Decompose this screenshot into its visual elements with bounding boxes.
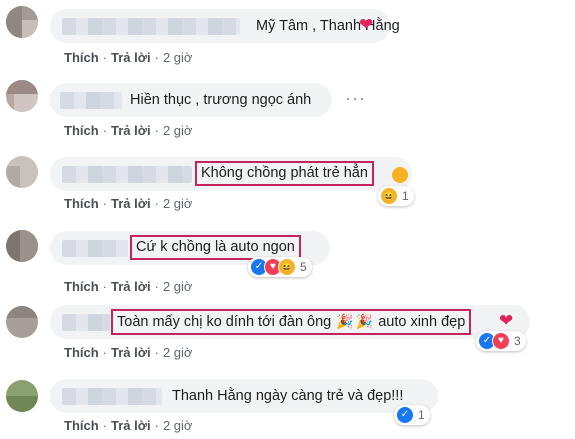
comment-text: Toàn mấy chị ko dính tới đàn ông 🎉 🎉 auto… — [110, 309, 472, 335]
comment-actions: Thích · Trả lời · 2 giờ — [64, 279, 193, 294]
more-options-icon[interactable]: ··· — [345, 88, 366, 109]
comment-actions: Thích · Trả lời · 2 giờ — [64, 345, 193, 360]
commenter-name-blurred[interactable] — [62, 240, 128, 257]
comment-bubble: Toàn mấy chị ko dính tới đàn ông 🎉 🎉 auto… — [50, 305, 530, 339]
comment-4: Cứ k chồng là auto ngon ✓ ♥ 😆 5 Thích · Tr… — [0, 226, 575, 296]
reaction-count: 5 — [300, 260, 307, 274]
avatar[interactable] — [6, 6, 38, 38]
avatar[interactable] — [6, 230, 38, 262]
comment-text: Mỹ Tâm , Thanh Hằng — [256, 18, 400, 34]
comment-bubble: Mỹ Tâm , Thanh Hằng ❤ — [50, 9, 400, 43]
comment-time[interactable]: 2 giờ — [163, 345, 193, 360]
love-icon: ♥ — [492, 332, 510, 350]
comment-time[interactable]: 2 giờ — [163, 418, 193, 433]
avatar[interactable] — [6, 80, 38, 112]
like-action[interactable]: Thích — [64, 279, 99, 294]
like-action[interactable]: Thích — [64, 345, 99, 360]
comment-actions: Thích · Trả lời · 2 giờ — [64, 50, 193, 65]
comment-bubble: Thanh Hằng ngày càng trẻ và đẹp!!! — [50, 379, 438, 413]
avatar[interactable] — [6, 380, 38, 412]
reaction-summary[interactable]: 😆 1 — [378, 186, 414, 206]
commenter-name-blurred[interactable] — [62, 18, 240, 35]
like-action[interactable]: Thích — [64, 50, 99, 65]
reply-action[interactable]: Trả lời — [111, 123, 151, 138]
heart-icon: ❤ — [499, 311, 514, 330]
avatar[interactable] — [6, 156, 38, 188]
haha-icon: 😆 — [380, 187, 398, 205]
comment-time[interactable]: 2 giờ — [163, 196, 193, 211]
comment-text: Hiền thục , trương ngọc ánh — [130, 92, 312, 108]
reaction-count: 3 — [514, 334, 521, 348]
smiley-icon — [392, 167, 408, 183]
comment-2: Hiền thục , trương ngọc ánh ··· Thích · Tr… — [0, 78, 575, 144]
reaction-count: 1 — [402, 189, 409, 203]
reaction-summary[interactable]: ✓ 1 — [394, 405, 430, 425]
party-popper-icon: 🎉 — [336, 313, 354, 329]
commenter-name-blurred[interactable] — [62, 314, 110, 331]
reply-action[interactable]: Trả lời — [111, 418, 151, 433]
reaction-summary[interactable]: ✓ ♥ 3 — [476, 331, 526, 351]
comment-bubble: Không chồng phát trẻ hẳn — [50, 157, 412, 191]
like-action[interactable]: Thích — [64, 418, 99, 433]
comment-text: Thanh Hằng ngày càng trẻ và đẹp!!! — [172, 388, 404, 404]
reply-action[interactable]: Trả lời — [111, 345, 151, 360]
comment-bubble: Hiền thục , trương ngọc ánh — [50, 83, 332, 117]
reply-action[interactable]: Trả lời — [111, 196, 151, 211]
comment-text: Cứ k chồng là auto ngon — [130, 235, 301, 260]
like-action[interactable]: Thích — [64, 123, 99, 138]
commenter-name-blurred[interactable] — [62, 166, 192, 183]
haha-icon: 😆 — [278, 258, 296, 276]
comment-1: Mỹ Tâm , Thanh Hằng ❤ Thích · Trả lời · 2 gi… — [0, 4, 575, 70]
like-action[interactable]: Thích — [64, 196, 99, 211]
comment-actions: Thích · Trả lời · 2 giờ — [64, 196, 193, 211]
reaction-count: 1 — [418, 408, 425, 422]
reaction-summary[interactable]: ✓ ♥ 😆 5 — [248, 257, 312, 277]
commenter-name-blurred[interactable] — [60, 92, 122, 109]
party-popper-icon: 🎉 — [355, 313, 374, 329]
reply-action[interactable]: Trả lời — [111, 50, 151, 65]
comment-time[interactable]: 2 giờ — [163, 50, 193, 65]
reply-action[interactable]: Trả lời — [111, 279, 151, 294]
heart-icon: ❤ — [359, 15, 374, 34]
comment-3: Không chồng phát trẻ hẳn 😆 1 Thích · Trả l… — [0, 152, 575, 222]
comment-time[interactable]: 2 giờ — [163, 123, 193, 138]
comment-6: Thanh Hằng ngày càng trẻ và đẹp!!! ✓ 1 T… — [0, 374, 575, 439]
comment-time[interactable]: 2 giờ — [163, 279, 193, 294]
comment-5: Toàn mấy chị ko dính tới đàn ông 🎉 🎉 auto… — [0, 300, 575, 366]
comment-actions: Thích · Trả lời · 2 giờ — [64, 418, 193, 433]
like-icon: ✓ — [396, 406, 414, 424]
commenter-name-blurred[interactable] — [62, 388, 162, 405]
comment-actions: Thích · Trả lời · 2 giờ — [64, 123, 193, 138]
avatar[interactable] — [6, 306, 38, 338]
comment-text: Không chồng phát trẻ hẳn — [195, 161, 374, 186]
